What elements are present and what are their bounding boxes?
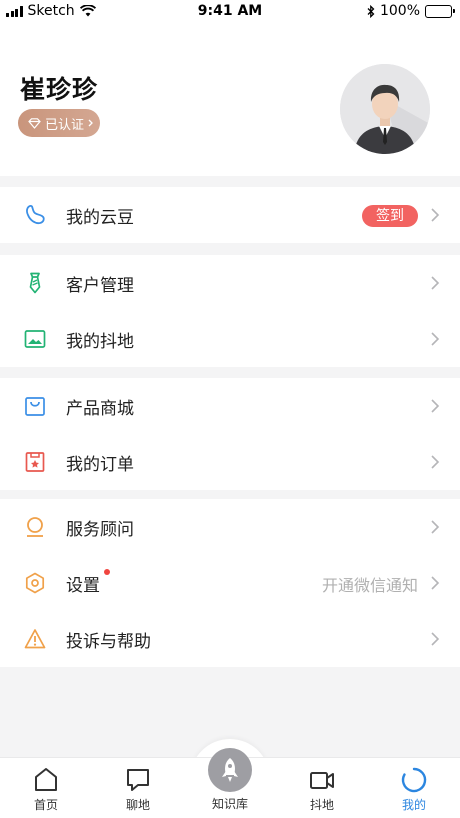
avatar-person-icon [340, 64, 430, 154]
shopping-bag-icon [25, 397, 45, 416]
chevron-right-icon [431, 399, 440, 413]
bean-icon [26, 204, 45, 225]
menu-group-shopping: 产品商城 我的订单 [0, 378, 460, 490]
battery-percent: 100% [379, 3, 420, 19]
tab-label-douyin: 抖地 [309, 798, 334, 812]
profile-header: 崔珍珍 已认证 [0, 22, 460, 176]
chevron-right-icon [431, 276, 440, 290]
menu-label-customers: 客户管理 [66, 276, 134, 296]
status-right: 100% [367, 3, 455, 19]
menu-item-coins[interactable]: 我的云豆 签到 [0, 187, 460, 243]
menu-group-coins: 我的云豆 签到 [0, 187, 460, 243]
video-camera-icon [310, 772, 334, 789]
user-name: 崔珍珍 [20, 75, 99, 104]
menu-item-settings[interactable]: 设置 开通微信通知 [0, 555, 460, 611]
wechat-notify-hint: 开通微信通知 [321, 576, 418, 595]
avatar[interactable] [340, 64, 430, 154]
menu-item-douyin[interactable]: 我的抖地 [0, 311, 460, 367]
verified-badge[interactable]: 已认证 [18, 109, 100, 137]
menu-label-store: 产品商城 [66, 399, 134, 419]
tab-label-home: 首页 [33, 798, 58, 812]
menu-item-orders[interactable]: 我的订单 [0, 434, 460, 490]
warning-icon [24, 629, 46, 649]
profile-circle-icon [401, 767, 427, 793]
menu-label-orders: 我的订单 [66, 455, 134, 475]
chevron-right-icon [431, 332, 440, 346]
verified-label: 已认证 [45, 117, 85, 133]
tab-me[interactable]: 我的 [368, 758, 460, 818]
tab-chat[interactable]: 聊地 [92, 758, 184, 818]
chevron-right-icon [431, 208, 440, 222]
sign-in-badge[interactable]: 签到 [362, 205, 418, 227]
tab-knowledge[interactable] [208, 748, 252, 792]
image-icon [24, 330, 46, 348]
notification-dot [104, 569, 110, 575]
settings-icon [25, 572, 45, 594]
chevron-right-icon [431, 576, 440, 590]
chevron-right-icon [88, 119, 93, 127]
chevron-right-icon [431, 455, 440, 469]
menu-label-advisor: 服务顾问 [66, 520, 134, 540]
menu-label-settings: 设置 [66, 576, 100, 596]
menu-group-service: 服务顾问 设置 开通微信通知 投诉与帮助 [0, 499, 460, 667]
tab-douyin[interactable]: 抖地 [276, 758, 368, 818]
tab-label-chat: 聊地 [125, 798, 150, 812]
tab-home[interactable]: 首页 [0, 758, 92, 818]
advisor-icon [27, 517, 43, 537]
menu-item-customers[interactable]: 客户管理 [0, 255, 460, 311]
menu-group-customers: 客户管理 我的抖地 [0, 255, 460, 367]
diamond-icon [28, 117, 41, 129]
battery-icon [425, 4, 455, 18]
rocket-icon [222, 758, 238, 782]
status-bar: Sketch 9:41 AM 100% [0, 0, 460, 22]
menu-item-advisor[interactable]: 服务顾问 [0, 499, 460, 555]
chat-icon [127, 769, 149, 791]
chevron-right-icon [431, 632, 440, 646]
order-icon [25, 452, 45, 472]
tie-icon [29, 272, 41, 294]
menu-item-store[interactable]: 产品商城 [0, 378, 460, 434]
menu-label-complaints: 投诉与帮助 [66, 632, 151, 652]
menu-label-coins: 我的云豆 [66, 208, 134, 228]
menu-label-douyin: 我的抖地 [66, 332, 134, 352]
chevron-right-icon [431, 520, 440, 534]
bluetooth-icon [367, 4, 375, 18]
tab-label-knowledge: 知识库 [211, 797, 248, 811]
home-icon [35, 768, 57, 791]
tab-label-me: 我的 [401, 798, 426, 812]
menu-item-complaints[interactable]: 投诉与帮助 [0, 611, 460, 667]
